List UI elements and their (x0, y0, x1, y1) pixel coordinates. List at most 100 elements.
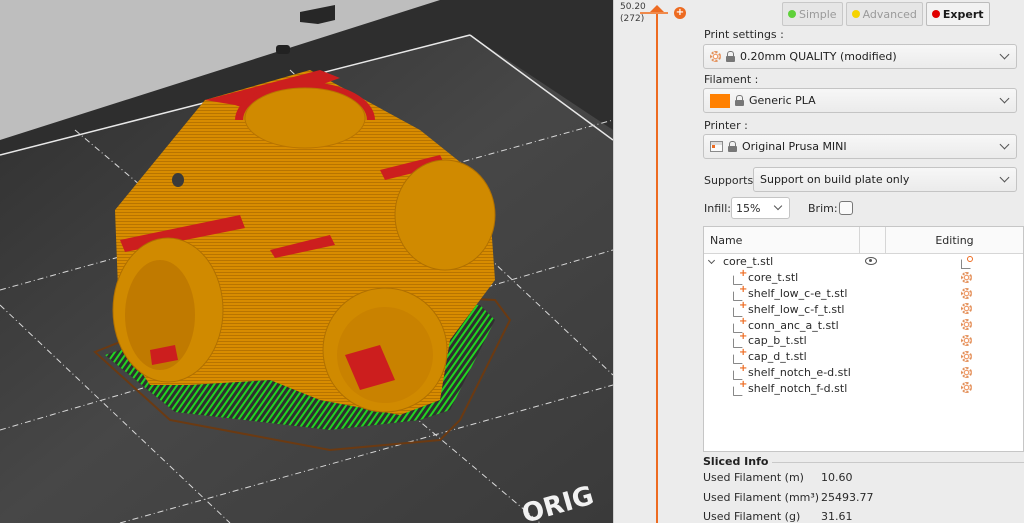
part-row[interactable]: conn_anc_a_t.stl (704, 316, 1023, 333)
gear-icon[interactable] (961, 303, 972, 315)
column-visibility[interactable] (860, 227, 886, 253)
simple-dot-icon (788, 10, 796, 18)
printer-value: Original Prusa MINI (742, 140, 847, 153)
part-name: shelf_notch_f-d.stl (748, 381, 848, 395)
add-part-icon (733, 379, 747, 396)
mode-advanced-button[interactable]: Advanced (845, 2, 923, 26)
layer-height-slider[interactable]: 50.20 (272) + (613, 0, 698, 523)
sliced-info-row: Used Filament (m) 10.60 (703, 468, 1024, 488)
printer-label: Printer : (704, 119, 748, 132)
gear-icon[interactable] (961, 334, 972, 346)
part-name: shelf_low_c-f_t.stl (748, 302, 845, 316)
gear-icon (710, 51, 721, 62)
gear-icon[interactable] (961, 271, 972, 283)
layer-number-value: (272) (620, 14, 645, 24)
column-name[interactable]: Name (704, 227, 860, 253)
slider-tick (640, 12, 668, 14)
add-part-icon (733, 347, 747, 365)
object-settings-icon[interactable] (961, 256, 973, 269)
filament-combo[interactable]: Generic PLA (703, 88, 1017, 113)
chevron-down-icon (773, 201, 783, 211)
lock-icon (735, 95, 744, 106)
brim-checkbox[interactable] (839, 201, 853, 215)
sliced-info-label: Used Filament (m) (703, 471, 804, 485)
gear-icon[interactable] (961, 350, 972, 362)
sliced-info-label: Used Filament (mm³) (703, 490, 820, 504)
object-row[interactable]: core_t.stl (704, 254, 1023, 270)
add-part-icon (733, 331, 747, 349)
infill-label: Infill: (704, 202, 731, 215)
supports-label: Supports: (704, 174, 757, 187)
part-name: cap_b_t.stl (748, 334, 807, 348)
mode-simple-button[interactable]: Simple (782, 2, 843, 26)
part-row[interactable]: shelf_notch_f-d.stl (704, 379, 1023, 396)
eye-icon[interactable] (865, 257, 877, 265)
filament-color-swatch[interactable] (710, 93, 730, 108)
expand-chevron-icon[interactable] (707, 257, 716, 265)
supports-combo[interactable]: Support on build plate only (753, 167, 1017, 192)
sliced-info-title-text: Sliced Info (703, 455, 769, 468)
filament-label: Filament : (704, 73, 759, 86)
part-row[interactable]: cap_b_t.stl (704, 331, 1023, 349)
print-settings-combo[interactable]: 0.20mm QUALITY (modified) (703, 44, 1017, 69)
bed-pin (276, 45, 290, 54)
add-part-icon (733, 316, 747, 333)
gear-icon[interactable] (961, 319, 972, 331)
add-part-icon (733, 284, 747, 301)
part-name: shelf_notch_e-d.stl (748, 365, 851, 379)
mode-selector: Simple Advanced Expert (782, 2, 990, 26)
sliced-info-value: 10.60 (821, 471, 853, 485)
chevron-down-icon (999, 49, 1010, 60)
part-row[interactable]: shelf_low_c-e_t.stl (704, 284, 1023, 302)
add-part-icon (733, 363, 747, 380)
mode-label: Expert (942, 7, 984, 21)
print-settings-value: 0.20mm QUALITY (modified) (740, 50, 897, 63)
settings-sidebar: Simple Advanced Expert Print settings : … (698, 0, 1024, 523)
sliced-info-panel: Sliced Info Used Filament (m) 10.60 Used… (703, 455, 1024, 523)
slider-upper-thumb[interactable] (650, 5, 664, 12)
infill-combo[interactable]: 15% (731, 197, 790, 219)
chevron-down-icon (999, 172, 1010, 183)
printer-icon (710, 141, 723, 152)
sliced-info-label: Used Filament (g) (703, 510, 801, 523)
supports-value: Support on build plate only (760, 173, 910, 186)
filament-value: Generic PLA (749, 94, 816, 107)
part-row[interactable]: shelf_low_c-f_t.stl (704, 300, 1023, 317)
part-row[interactable]: core_t.stl (704, 268, 1023, 286)
lock-icon (728, 141, 737, 152)
slider-track[interactable] (656, 10, 658, 523)
sliced-info-value: 25493.77 (821, 490, 874, 504)
right-cylinder (394, 159, 496, 271)
mode-expert-button[interactable]: Expert (925, 2, 990, 26)
brim-label: Brim: (808, 202, 838, 215)
sliced-info-title: Sliced Info (703, 455, 1024, 468)
object-list: Name Editing core_t.stl core_t.stl shelf… (703, 226, 1024, 452)
gear-icon[interactable] (961, 366, 972, 378)
object-name: core_t.stl (723, 255, 774, 269)
part-row[interactable]: cap_d_t.stl (704, 347, 1023, 365)
add-part-icon (733, 300, 747, 317)
sliced-info-row: Used Filament (mm³) 25493.77 (703, 488, 1024, 508)
print-settings-label: Print settings : (704, 28, 784, 41)
expert-dot-icon (931, 10, 940, 18)
advanced-dot-icon (851, 10, 860, 18)
lock-icon (726, 51, 735, 62)
chevron-down-icon (999, 93, 1010, 104)
sliced-info-value: 31.61 (821, 510, 853, 523)
column-editing[interactable]: Editing (886, 227, 1023, 253)
add-color-change-icon[interactable]: + (674, 7, 686, 19)
add-part-icon (733, 268, 747, 286)
part-row[interactable]: shelf_notch_e-d.stl (704, 363, 1023, 381)
mode-label: Simple (799, 7, 837, 21)
sliced-model-scene: ORIG (0, 0, 613, 523)
3d-preview-viewport[interactable]: ORIG (0, 0, 613, 523)
part-name: conn_anc_a_t.stl (748, 318, 839, 332)
part-name: cap_d_t.stl (748, 350, 807, 364)
layer-height-value: 50.20 (620, 2, 646, 12)
gear-icon[interactable] (961, 287, 972, 299)
sliced-info-row: Used Filament (g) 31.61 (703, 507, 1024, 523)
infill-value: 15% (736, 201, 761, 215)
gear-icon[interactable] (961, 382, 972, 394)
part-name: shelf_low_c-e_t.stl (748, 286, 848, 300)
printer-combo[interactable]: Original Prusa MINI (703, 134, 1017, 159)
